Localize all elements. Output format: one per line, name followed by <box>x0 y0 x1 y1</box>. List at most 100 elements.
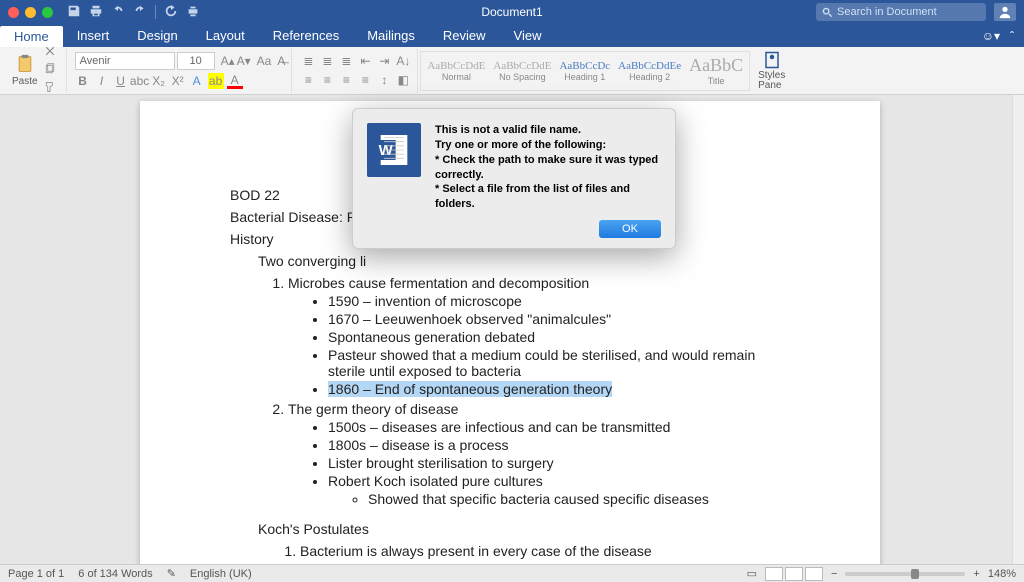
strikethrough-button[interactable]: abc <box>132 73 148 89</box>
increase-indent-icon[interactable]: ⇥ <box>376 53 392 69</box>
style-normal[interactable]: AaBbCcDdENormal <box>427 60 485 82</box>
list-item: 1860 – End of spontaneous generation the… <box>328 381 790 397</box>
account-icon[interactable] <box>994 3 1016 21</box>
tab-mailings[interactable]: Mailings <box>353 24 429 47</box>
focus-mode-icon[interactable]: ▭ <box>747 567 757 580</box>
font-name-dropdown[interactable]: Avenir <box>75 52 175 70</box>
spellcheck-icon[interactable]: ✎ <box>167 567 176 580</box>
quick-print-icon[interactable] <box>186 4 200 21</box>
status-bar: Page 1 of 1 6 of 134 Words ✎ English (UK… <box>0 564 1024 582</box>
list-item: 1590 – invention of microscope <box>328 293 790 309</box>
cut-icon[interactable] <box>44 45 56 60</box>
help-icon[interactable]: ☺▾ <box>982 29 1000 43</box>
shading-icon[interactable]: ◧ <box>395 72 411 88</box>
repeat-icon[interactable] <box>164 4 178 21</box>
dialog-message: This is not a valid file name. Try one o… <box>435 123 661 212</box>
decrease-indent-icon[interactable]: ⇤ <box>357 53 373 69</box>
tab-home[interactable]: Home <box>0 26 63 47</box>
tab-layout[interactable]: Layout <box>192 24 259 47</box>
italic-button[interactable]: I <box>94 73 110 89</box>
search-placeholder: Search in Document <box>837 6 937 18</box>
list-item: Pasteur showed that a medium could be st… <box>328 347 790 379</box>
styles-pane-label: Styles Pane <box>758 71 785 91</box>
language-indicator[interactable]: English (UK) <box>190 568 252 580</box>
save-icon[interactable] <box>67 4 81 21</box>
bullets-icon[interactable]: ≣ <box>300 53 316 69</box>
error-dialog: W This is not a valid file name. Try one… <box>352 108 676 249</box>
style-title[interactable]: AaBbCTitle <box>689 55 743 86</box>
minimize-window-button[interactable] <box>25 7 36 18</box>
list-item: The germ theory of disease 1500s – disea… <box>288 401 790 507</box>
quick-access-toolbar <box>67 4 200 21</box>
ok-button[interactable]: OK <box>599 220 661 238</box>
list-item: Microbes cause fermentation and decompos… <box>288 275 790 397</box>
tab-view[interactable]: View <box>500 24 556 47</box>
undo-icon[interactable] <box>111 4 125 21</box>
word-count[interactable]: 6 of 134 Words <box>78 568 152 580</box>
styles-pane-icon <box>763 51 781 69</box>
font-color-button[interactable]: A <box>227 73 243 89</box>
styles-gallery[interactable]: AaBbCcDdENormal AaBbCcDdENo Spacing AaBb… <box>420 51 750 91</box>
highlight-button[interactable]: ab <box>208 73 224 89</box>
window-controls <box>8 7 53 18</box>
tab-references[interactable]: References <box>259 24 353 47</box>
zoom-in-button[interactable]: + <box>973 568 979 580</box>
list-item: 1800s – disease is a process <box>328 437 790 453</box>
list-item: Robert Koch isolated pure cultures Showe… <box>328 473 790 507</box>
zoom-slider[interactable] <box>845 572 965 576</box>
search-icon <box>822 7 833 18</box>
justify-icon[interactable]: ≡ <box>357 72 373 88</box>
numbering-icon[interactable]: ≣ <box>319 53 335 69</box>
tab-insert[interactable]: Insert <box>63 24 124 47</box>
style-heading-1[interactable]: AaBbCcDcHeading 1 <box>559 60 610 82</box>
doc-line: Two converging li <box>258 253 790 269</box>
paste-button[interactable]: Paste <box>12 54 38 87</box>
vertical-scrollbar[interactable] <box>1012 95 1024 564</box>
format-painter-icon[interactable] <box>44 81 56 96</box>
copy-icon[interactable] <box>44 63 56 78</box>
list-item: 1670 – Leeuwenhoek observed "animalcules… <box>328 311 790 327</box>
list-item: 1500s – diseases are infectious and can … <box>328 419 790 435</box>
svg-text:W: W <box>379 142 394 159</box>
redo-icon[interactable] <box>133 4 147 21</box>
zoom-out-button[interactable]: − <box>831 568 837 580</box>
text-effects-button[interactable]: A <box>189 73 205 89</box>
superscript-button[interactable]: X² <box>170 73 186 89</box>
collapse-ribbon-icon[interactable]: ˆ <box>1010 29 1014 43</box>
web-layout-view[interactable] <box>785 567 803 581</box>
styles-pane-button[interactable]: Styles Pane <box>758 51 785 91</box>
clipboard-icon <box>15 54 35 74</box>
outline-view[interactable] <box>805 567 823 581</box>
ribbon-tabs: Home Insert Design Layout References Mai… <box>0 24 1024 47</box>
tab-design[interactable]: Design <box>123 24 191 47</box>
print-icon[interactable] <box>89 4 103 21</box>
align-left-icon[interactable]: ≡ <box>300 72 316 88</box>
align-center-icon[interactable]: ≡ <box>319 72 335 88</box>
change-case-icon[interactable]: Aa <box>257 54 272 68</box>
maximize-window-button[interactable] <box>42 7 53 18</box>
underline-button[interactable]: U <box>113 73 129 89</box>
style-heading-2[interactable]: AaBbCcDdEeHeading 2 <box>618 60 681 82</box>
multilevel-icon[interactable]: ≣ <box>338 53 354 69</box>
clear-format-icon[interactable]: A̶ <box>277 54 285 68</box>
close-window-button[interactable] <box>8 7 19 18</box>
style-no-spacing[interactable]: AaBbCcDdENo Spacing <box>493 60 551 82</box>
list-item: Showed that specific bacteria caused spe… <box>368 491 790 507</box>
page-count[interactable]: Page 1 of 1 <box>8 568 64 580</box>
list-item: Spontaneous generation debated <box>328 329 790 345</box>
search-input[interactable]: Search in Document <box>816 3 986 21</box>
zoom-level[interactable]: 148% <box>988 568 1016 580</box>
paste-label: Paste <box>12 76 38 87</box>
sort-icon[interactable]: A↓ <box>395 53 411 69</box>
decrease-font-icon[interactable]: A▾ <box>237 54 251 68</box>
print-layout-view[interactable] <box>765 567 783 581</box>
font-size-input[interactable] <box>177 52 215 70</box>
subscript-button[interactable]: X₂ <box>151 73 167 89</box>
increase-font-icon[interactable]: A▴ <box>221 54 235 68</box>
ribbon: Paste Avenir A▴ A▾ Aa A̶ B I U abc X₂ X²… <box>0 47 1024 95</box>
bold-button[interactable]: B <box>75 73 91 89</box>
tab-review[interactable]: Review <box>429 24 500 47</box>
line-spacing-icon[interactable]: ↕ <box>376 72 392 88</box>
word-icon: W <box>367 123 421 177</box>
align-right-icon[interactable]: ≡ <box>338 72 354 88</box>
